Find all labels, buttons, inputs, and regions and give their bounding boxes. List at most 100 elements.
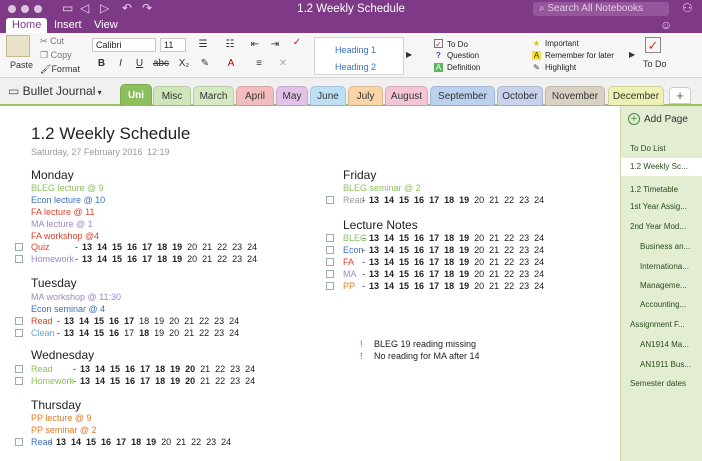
checkbox[interactable]: [326, 282, 334, 290]
page-item[interactable]: 1.2 Weekly Sc...: [621, 158, 702, 176]
page-item[interactable]: Internationa...: [621, 258, 702, 276]
page-number: 19: [459, 269, 470, 279]
section-tab-may[interactable]: May: [276, 86, 308, 105]
checkbox[interactable]: [326, 246, 334, 254]
clear-format-button[interactable]: ✕: [274, 57, 292, 71]
section-tab-september[interactable]: September: [430, 86, 495, 105]
page-number: 21: [489, 269, 500, 279]
todo-checkbox-icon[interactable]: ✓: [645, 37, 661, 53]
tab-view[interactable]: View: [88, 18, 124, 33]
checkbox[interactable]: [15, 377, 23, 385]
section-tab-october[interactable]: October: [497, 86, 543, 105]
share-icon[interactable]: ⚇: [682, 1, 693, 15]
subscript-button[interactable]: X₂: [175, 57, 193, 71]
tag-highlight[interactable]: ✎ Highlight: [532, 63, 576, 72]
checkbox[interactable]: [326, 270, 334, 278]
monday-item: MA lecture @ 1: [31, 219, 93, 229]
page-item[interactable]: Assignment F...: [621, 316, 702, 334]
page-number: 18: [444, 195, 455, 205]
align-button[interactable]: ≡: [250, 57, 268, 71]
tag-question[interactable]: ? Question: [434, 51, 479, 60]
section-tab-april[interactable]: April: [236, 86, 274, 105]
page-number: 23: [214, 316, 225, 326]
tag-important[interactable]: ★ Important: [532, 39, 579, 48]
section-tab-august[interactable]: August: [385, 86, 428, 105]
italic-button[interactable]: I: [113, 57, 128, 71]
page-item[interactable]: Manageme...: [621, 277, 702, 295]
page-number: 17: [429, 233, 440, 243]
page-title[interactable]: 1.2 Weekly Schedule: [31, 124, 190, 144]
paste-icon[interactable]: [6, 35, 30, 57]
add-page-button[interactable]: + Add Page: [624, 110, 698, 130]
search-input[interactable]: ⌕ Search All Notebooks: [533, 2, 669, 16]
checkbox[interactable]: [15, 365, 23, 373]
tag-remember[interactable]: A Remember for later: [532, 51, 614, 60]
bullet-list-button[interactable]: ☰: [193, 38, 213, 52]
page-item[interactable]: 1.2 Timetable: [621, 181, 702, 199]
font-color-button[interactable]: A: [222, 57, 240, 71]
checkbox[interactable]: [326, 234, 334, 242]
section-tab-uni[interactable]: Uni: [120, 84, 152, 106]
section-tab-july[interactable]: July: [348, 86, 383, 105]
cut-button[interactable]: ✂ Cut: [40, 36, 64, 47]
copy-button[interactable]: ❐ Copy: [40, 50, 72, 61]
tab-insert[interactable]: Insert: [48, 18, 88, 33]
decrease-indent-button[interactable]: ⇤: [246, 38, 264, 52]
task-homework: Homework: [31, 376, 75, 386]
styles-expand-icon[interactable]: ▶: [406, 50, 412, 59]
underline-button[interactable]: U: [132, 57, 147, 71]
todo-button-label[interactable]: To Do: [643, 59, 667, 69]
numbered-list-button[interactable]: ☷: [220, 38, 240, 52]
checkbox[interactable]: [15, 255, 23, 263]
page-number: 24: [221, 437, 232, 447]
section-tab-december[interactable]: December: [608, 86, 664, 105]
checkbox[interactable]: [326, 258, 334, 266]
tags-expand-icon[interactable]: ▶: [629, 50, 635, 59]
tag-definition[interactable]: A Definition: [434, 63, 480, 72]
notebook-selector[interactable]: ▭ Bullet Journal ▾: [8, 84, 102, 98]
increase-indent-button[interactable]: ⇥: [266, 38, 284, 52]
page-item[interactable]: 2nd Year Mod...: [621, 218, 702, 236]
page-number: 19: [172, 242, 183, 252]
bold-button[interactable]: B: [94, 57, 109, 71]
section-tab-june[interactable]: June: [310, 86, 346, 105]
spelling-icon[interactable]: ✓: [288, 36, 306, 50]
smiley-icon[interactable]: ☺: [660, 18, 672, 32]
section-tab-misc[interactable]: Misc: [153, 86, 191, 105]
page-number: 15: [399, 281, 410, 291]
checkbox[interactable]: [15, 438, 23, 446]
page-item[interactable]: Semester dates: [621, 375, 702, 393]
heading-friday: Friday: [343, 168, 377, 182]
page-item[interactable]: Business an...: [621, 238, 702, 256]
font-size-select[interactable]: 11: [160, 38, 186, 52]
page-number: 13: [369, 281, 380, 291]
highlight-color-button[interactable]: ✎: [196, 57, 214, 71]
page-item[interactable]: AN1911 Bus...: [621, 356, 702, 374]
strikethrough-button[interactable]: abc: [151, 57, 171, 71]
checkbox[interactable]: [326, 196, 334, 204]
styles-gallery: Heading 1 Heading 2: [314, 37, 404, 75]
style-heading-1[interactable]: Heading 1: [335, 45, 376, 55]
tab-home[interactable]: Home: [6, 18, 48, 33]
page-item[interactable]: 1st Year Assig...: [621, 198, 702, 216]
definition-icon: A: [434, 63, 443, 72]
section-tab-march[interactable]: March: [193, 86, 234, 105]
page-item[interactable]: Accounting...: [621, 296, 702, 314]
page-number: 16: [414, 257, 425, 267]
tag-todo[interactable]: ✓ To Do: [434, 39, 468, 49]
style-heading-2[interactable]: Heading 2: [335, 62, 376, 72]
page-number: 22: [504, 195, 515, 205]
page-number: 20: [185, 364, 196, 374]
monday-item: Econ lecture @ 10: [31, 195, 106, 205]
checkbox[interactable]: [15, 243, 23, 251]
checkbox[interactable]: [15, 317, 23, 325]
page-item[interactable]: AN1914 Ma...: [621, 336, 702, 354]
format-painter-button[interactable]: 🖌Format: [40, 64, 80, 75]
range-dash: -: [73, 376, 76, 386]
page-item[interactable]: To Do List: [621, 140, 702, 158]
paste-button[interactable]: Paste: [10, 60, 33, 70]
section-tab-november[interactable]: November: [545, 86, 605, 105]
font-name-select[interactable]: Calibri: [92, 38, 156, 52]
checkbox[interactable]: [15, 329, 23, 337]
add-section-button[interactable]: +: [669, 87, 691, 104]
